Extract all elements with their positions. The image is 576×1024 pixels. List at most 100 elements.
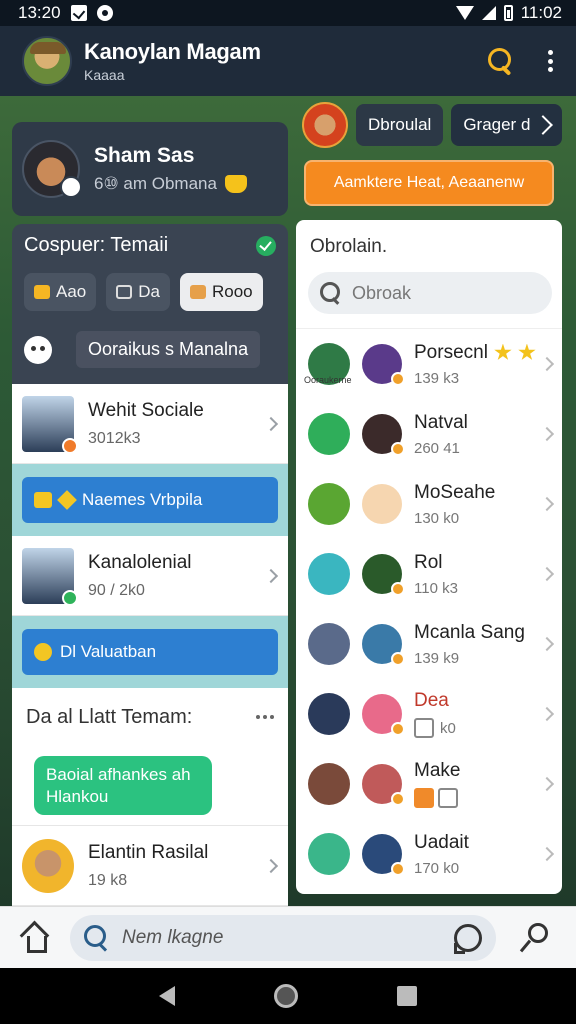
chat-icon[interactable]: [454, 923, 482, 954]
chat-row[interactable]: Baoial afhankes ah Hlankou: [12, 746, 288, 826]
star-badge-icon: [308, 553, 350, 595]
chevron-right-icon: [263, 568, 279, 583]
photo-icon: [438, 788, 458, 808]
card-title: Obrolain.: [310, 236, 388, 257]
pin-icon[interactable]: [518, 922, 548, 953]
settings-title: Cospuer: Temaii: [24, 234, 169, 256]
status-badge: [391, 652, 405, 666]
more-menu-icon[interactable]: [540, 46, 560, 76]
contact-avatar: [22, 395, 78, 454]
search-icon[interactable]: [482, 43, 518, 79]
contact-name: Make: [414, 760, 461, 781]
list-item[interactable]: Make: [296, 749, 562, 819]
contact-avatar: [362, 414, 405, 456]
contact-meta: 130 k0: [414, 509, 460, 527]
list-item[interactable]: Mcanla Sang 139 k9: [296, 609, 562, 679]
tab-label: Grager d: [463, 115, 531, 134]
chevron-right-icon: [263, 416, 279, 431]
status-bar: 13:20 11:02: [0, 0, 576, 26]
chevron-right-icon: [539, 636, 555, 652]
list-item[interactable]: Porsecnl 139 k3 Ooraukerne: [296, 329, 562, 399]
contacts-search[interactable]: Obroak: [308, 272, 552, 314]
contacts-card: Obrolain. Obroak Porsecnl 139 k3 Oorauke…: [296, 220, 562, 894]
chip-label: Da: [138, 282, 160, 301]
contact-avatar: [362, 344, 405, 386]
chevron-right-icon: [539, 356, 555, 372]
character-avatar[interactable]: [302, 102, 348, 148]
settings-card: Cospuer: Temaii Aao Da Rooo Ooraikus s M…: [12, 224, 288, 384]
contact-meta: 170 k0: [414, 859, 460, 877]
notification-dot-icon: [96, 5, 113, 21]
list-item[interactable]: Natval 260 41: [296, 399, 562, 469]
back-icon[interactable]: [159, 986, 176, 1006]
contact-name: Mcanla Sang: [414, 621, 525, 643]
banner-button[interactable]: Dl Valuatban: [22, 629, 278, 675]
check-icon: [256, 235, 276, 256]
contact-avatar: [362, 694, 405, 736]
photo-icon: [414, 718, 434, 738]
list-item[interactable]: Elantin Rasilal 19 k8: [12, 826, 288, 906]
contact-avatar: [22, 838, 74, 893]
contact-avatar: [308, 763, 350, 805]
profile-card[interactable]: Sham Sas 6⑩ am Obmana: [12, 122, 288, 216]
chevron-right-icon: [539, 706, 555, 722]
banner-label: Naemes Vrbpila: [82, 490, 203, 509]
contact-name: Porsecnl: [414, 341, 488, 363]
contact-meta: 139 k9: [414, 649, 460, 667]
folder-icon: [34, 492, 52, 508]
chip-label: Rooo: [211, 282, 253, 301]
status-badge: [391, 372, 405, 386]
list-item[interactable]: MoSeahe 130 k0: [296, 469, 562, 539]
left-list: Wehit Sociale 3012k3 Naemes Vrbpila Kana…: [12, 384, 288, 906]
contact-name: Elantin Rasilal: [88, 841, 209, 863]
chevron-right-icon: [539, 496, 555, 512]
status-badge: [391, 792, 405, 806]
profile-avatar: [22, 140, 82, 198]
chip-label: Aao: [56, 282, 87, 301]
tab-grager[interactable]: Grager d: [451, 104, 563, 146]
star-icon: [518, 343, 536, 360]
list-item[interactable]: Wehit Sociale 3012k3: [12, 384, 288, 464]
clock-icon: [308, 413, 350, 455]
home-icon[interactable]: [18, 922, 50, 954]
banner-button[interactable]: Naemes Vrbpila: [22, 477, 278, 523]
system-nav-bar: [0, 968, 576, 1024]
chat-bubble-icon: [308, 483, 350, 525]
more-horizontal-icon[interactable]: [256, 715, 274, 719]
box-icon: [34, 285, 50, 299]
contact-avatar: [362, 554, 405, 596]
chat-bubble: Baoial afhankes ah Hlankou: [34, 756, 212, 815]
chip-aao[interactable]: Aao: [24, 273, 97, 311]
list-item[interactable]: Kanalolenial 90 / 2k0: [12, 536, 288, 616]
contact-avatar: [362, 484, 402, 524]
banner-row: Dl Valuatban: [12, 616, 288, 688]
chip-da[interactable]: Da: [106, 273, 170, 311]
contact-meta: 110 k3: [414, 579, 458, 597]
recent-apps-icon[interactable]: [396, 986, 417, 1006]
contact-name: Dea: [414, 690, 449, 711]
app-avatar[interactable]: [22, 36, 72, 86]
settings-pill[interactable]: Ooraikus s Manalna: [76, 331, 261, 368]
battery-icon: [503, 5, 513, 21]
ribbon-label: Ooraukerne: [304, 375, 352, 385]
ribbon-icon: [189, 285, 206, 299]
app-subtitle: Kaaaa: [84, 67, 125, 83]
contact-meta: 90 / 2k0: [88, 581, 145, 599]
chip-rooo[interactable]: Rooo: [179, 273, 263, 311]
list-item[interactable]: Dea k0: [296, 679, 562, 749]
contact-name: MoSeahe: [414, 481, 496, 503]
list-item[interactable]: Rol 110 k3: [296, 539, 562, 609]
bottom-search-input[interactable]: Nem lkagne: [70, 914, 496, 961]
action-button[interactable]: Aamktere Heat, Aeaanenw: [304, 160, 554, 206]
chevron-right-icon: [263, 858, 279, 873]
search-icon: [320, 282, 342, 304]
tab-dbroulal[interactable]: Dbroulal: [356, 104, 444, 146]
status-badge: [391, 582, 405, 596]
treasure-icon: [308, 833, 350, 875]
home-button-icon[interactable]: [273, 984, 298, 1008]
list-item[interactable]: Uadait 170 k0: [296, 819, 562, 889]
image-icon: [414, 788, 434, 808]
profile-name: Sham Sas: [94, 144, 195, 167]
contact-meta: 3012k3: [88, 429, 141, 447]
document-icon: [116, 285, 133, 299]
